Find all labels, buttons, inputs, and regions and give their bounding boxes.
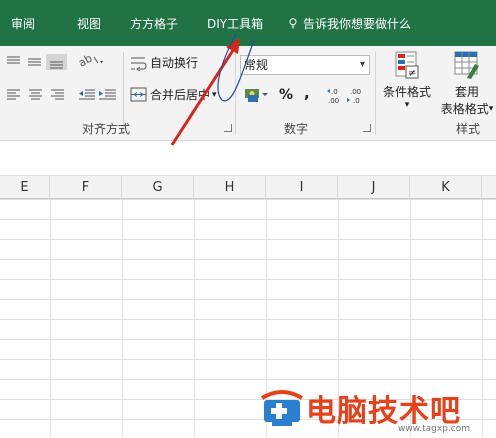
watermark-url: www.tagxp.com — [398, 424, 470, 434]
watermark-logo-icon — [260, 390, 304, 426]
annotation-overlay — [170, 33, 255, 146]
red-arrow-icon — [170, 38, 240, 146]
excel-window: 审阅 视图 方方格子 DIY工具箱 告诉我你想要做什么 ab 自动换行 合并后居… — [0, 0, 496, 438]
